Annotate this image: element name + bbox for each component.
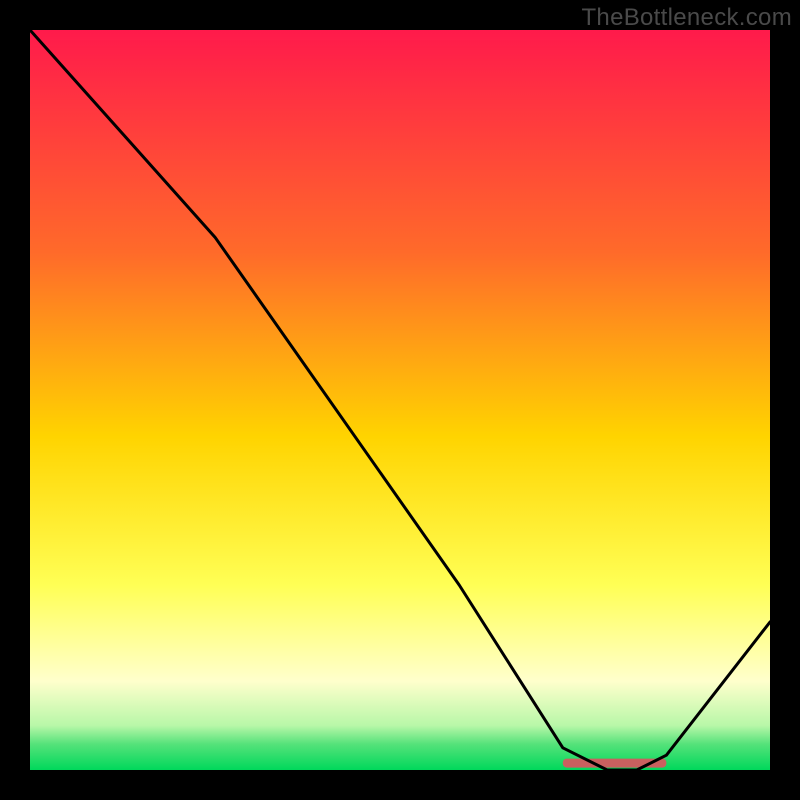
bg-rect [30, 30, 770, 770]
plot-area [30, 30, 770, 770]
chart-svg [30, 30, 770, 770]
chart-frame: TheBottleneck.com [0, 0, 800, 800]
watermark-text: TheBottleneck.com [581, 4, 792, 32]
